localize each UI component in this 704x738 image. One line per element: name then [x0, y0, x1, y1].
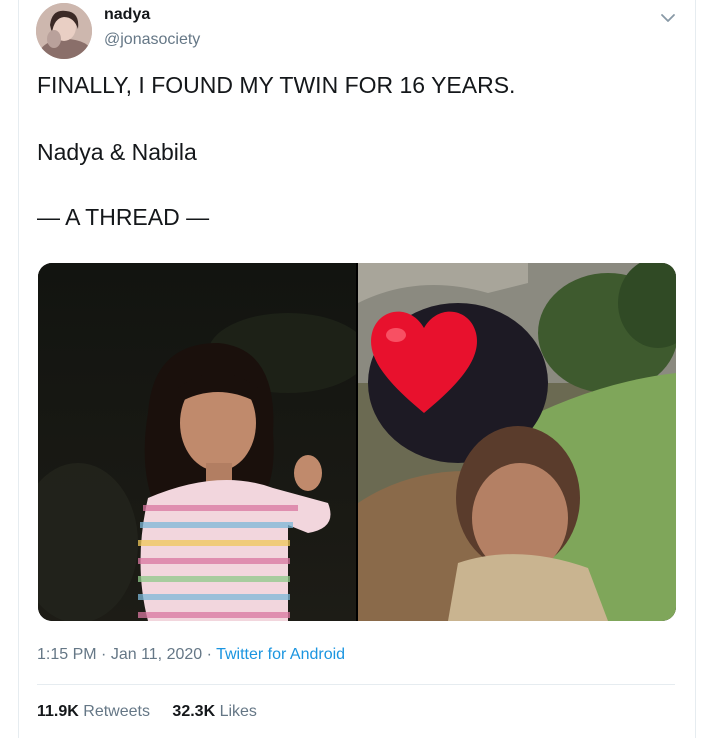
meta-separator: · [101, 646, 107, 663]
tweet-meta: 1:15 PM · Jan 11, 2020 · Twitter for And… [37, 646, 345, 664]
retweets-count: 11.9K [37, 703, 79, 720]
tweet-time[interactable]: 1:15 PM [37, 646, 97, 663]
user-handle[interactable]: @jonasociety [104, 31, 200, 49]
likes-stat[interactable]: 32.3K Likes [172, 703, 257, 720]
avatar[interactable] [36, 3, 92, 59]
divider [37, 684, 675, 685]
tweet-text-line-3: — A THREAD — [37, 204, 210, 230]
photo-left[interactable] [38, 263, 356, 621]
tweet-text-line-2: Nadya & Nabila [37, 139, 197, 165]
media-grid [38, 263, 676, 621]
retweets-stat[interactable]: 11.9K Retweets [37, 703, 150, 720]
meta-separator: · [206, 646, 212, 663]
tweet-text-line-1: FINALLY, I FOUND MY TWIN FOR 16 YEARS. [37, 72, 516, 98]
tweet-source-link[interactable]: Twitter for Android [216, 646, 345, 663]
photo-right[interactable] [358, 263, 676, 621]
tweet-date[interactable]: Jan 11, 2020 [111, 646, 202, 663]
display-name[interactable]: nadya [104, 6, 150, 24]
avatar-image [36, 3, 92, 59]
likes-count: 32.3K [172, 703, 216, 720]
tweet-stats: 11.9K Retweets 32.3K Likes [37, 703, 275, 721]
chevron-down-icon[interactable] [658, 8, 678, 28]
likes-label: Likes [219, 703, 257, 720]
retweets-label: Retweets [83, 703, 150, 720]
